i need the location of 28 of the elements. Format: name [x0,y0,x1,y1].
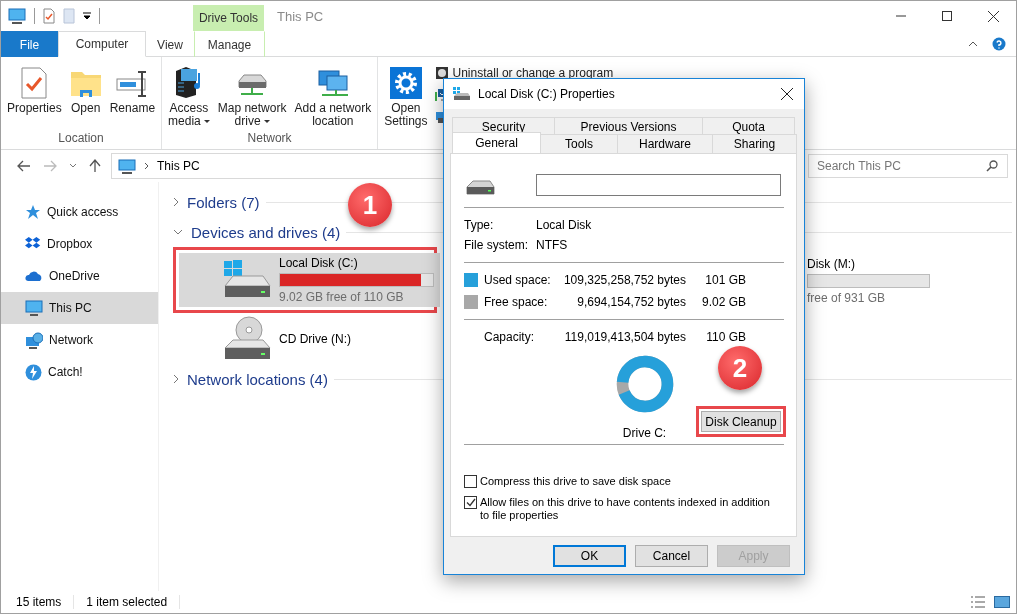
space-size: 9.02 GB [700,295,746,309]
capacity-bytes: 119,019,413,504 bytes [563,330,686,344]
group-label: Network [246,131,293,147]
property-label: File system: [464,238,529,252]
drive-name: Local Disk (C:) [279,256,359,270]
space-bytes: 9,694,154,752 bytes [576,295,686,309]
window-title: This PC [277,8,324,24]
status-text: 1 item selected [86,595,181,609]
capacity-label: Capacity: [483,330,536,344]
capacity-size: 110 GB [705,330,746,344]
context-tab-label: Drive Tools [193,5,264,31]
drive-name: CD Drive (N:) [279,331,351,346]
dialog-title: Local Disk (C:) Properties [478,87,615,101]
property-value: Local Disk [536,218,593,232]
space-label: Free space: [484,295,549,309]
group-label: Location [57,131,105,147]
space-size: 101 GB [704,273,746,287]
checkbox-label: Compress this drive to save disk space [480,475,672,488]
space-label: Used space: [484,273,552,287]
property-value: NTFS [536,238,569,252]
drive-free-space: free of 931 GB [807,291,887,305]
donut-caption: Drive C: [622,426,667,440]
checkbox-label: Allow files on this drive to have contents indexed in addition to file properties [480,496,771,522]
space-bytes: 109,325,258,752 bytes [562,273,686,287]
status-text: 15 items [16,595,75,609]
property-label: Type: [464,218,495,232]
drive-name: Disk (M:) [807,257,856,271]
drive-free-space: 9.02 GB free of 110 GB [279,290,405,304]
